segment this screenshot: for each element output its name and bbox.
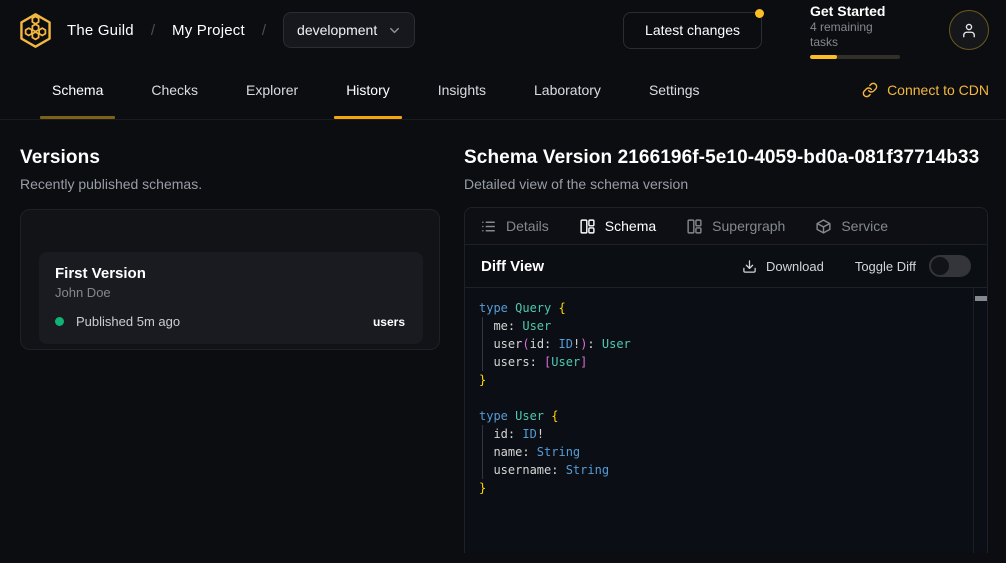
- get-started-widget[interactable]: Get Started 4 remaining tasks: [810, 2, 900, 59]
- main-content: Versions Recently published schemas. Fir…: [0, 120, 1006, 553]
- diff-view-title: Diff View: [481, 258, 544, 275]
- chevron-down-icon: [387, 23, 402, 38]
- get-started-progressbar: [810, 55, 900, 59]
- code-line: user(id: ID!): User: [479, 335, 967, 353]
- latest-changes-button[interactable]: Latest changes: [623, 12, 762, 49]
- switch-knob: [931, 257, 949, 275]
- detail-tab-supergraph[interactable]: Supergraph: [686, 218, 785, 235]
- download-button[interactable]: Download: [742, 259, 824, 274]
- download-icon: [742, 259, 757, 274]
- panels-icon: [579, 218, 596, 235]
- panels-icon: [686, 218, 703, 235]
- schema-version-subtitle: Detailed view of the schema version: [464, 176, 988, 192]
- vertical-scrollbar[interactable]: [973, 288, 987, 553]
- code-line: users: [User]: [479, 353, 967, 371]
- version-detail-column: Schema Version 2166196f-5e10-4059-bd0a-0…: [464, 147, 988, 553]
- get-started-progress-fill: [810, 55, 837, 59]
- target-select[interactable]: development: [283, 12, 415, 48]
- nav-tab-label: Laboratory: [534, 82, 601, 98]
- hive-logo-icon[interactable]: [17, 12, 54, 49]
- nav-tab-history[interactable]: History: [338, 60, 398, 119]
- code-line: id: ID!: [479, 425, 967, 443]
- nav-tab-settings[interactable]: Settings: [641, 60, 708, 119]
- code-line: username: String: [479, 461, 967, 479]
- user-avatar-button[interactable]: [949, 10, 989, 50]
- published-status-dot: [55, 317, 64, 326]
- nav-tab-checks[interactable]: Checks: [143, 60, 206, 119]
- versions-subtitle: Recently published schemas.: [20, 176, 440, 192]
- code-line: [479, 389, 967, 407]
- connect-to-cdn-label: Connect to CDN: [887, 82, 989, 98]
- nav-tab-label: Explorer: [246, 82, 298, 98]
- code-line: type Query {: [479, 299, 967, 317]
- get-started-title: Get Started: [810, 2, 900, 20]
- detail-tabs: Details Schema Sup: [465, 208, 987, 245]
- nav-tab-explorer[interactable]: Explorer: [238, 60, 306, 119]
- detail-tab-label: Details: [506, 218, 549, 234]
- breadcrumb-org[interactable]: The Guild: [67, 22, 134, 39]
- top-header: The Guild / My Project / development Lat…: [0, 0, 1006, 60]
- breadcrumb-separator: /: [262, 22, 266, 39]
- nav-tab-insights[interactable]: Insights: [430, 60, 494, 119]
- nav-tab-label: Insights: [438, 82, 486, 98]
- nav-tab-schema[interactable]: Schema: [44, 60, 111, 119]
- download-label: Download: [766, 259, 824, 274]
- latest-changes-label: Latest changes: [645, 22, 740, 38]
- code-line: name: String: [479, 443, 967, 461]
- list-icon: [480, 218, 497, 235]
- schema-version-title: Schema Version 2166196f-5e10-4059-bd0a-0…: [464, 147, 988, 169]
- code-line: type User {: [479, 407, 967, 425]
- versions-title: Versions: [20, 147, 440, 169]
- detail-tab-details[interactable]: Details: [480, 218, 549, 235]
- code-line: }: [479, 479, 967, 497]
- nav-tab-label: Settings: [649, 82, 700, 98]
- detail-tab-schema[interactable]: Schema: [579, 218, 656, 235]
- nav-tab-label: Checks: [151, 82, 198, 98]
- nav-tab-label: History: [346, 82, 390, 98]
- versions-list-card: First Version John Doe Published 5m ago …: [20, 209, 440, 350]
- cube-icon: [815, 218, 832, 235]
- code-line: me: User: [479, 317, 967, 335]
- version-status: Published 5m ago: [76, 314, 180, 329]
- code-content: type Query { me: User user(id: ID!): Use…: [479, 299, 967, 497]
- nav-tab-label: Schema: [52, 82, 103, 98]
- nav-tab-laboratory[interactable]: Laboratory: [526, 60, 609, 119]
- notification-dot: [755, 9, 764, 18]
- version-detail-panel: Details Schema Sup: [464, 207, 988, 553]
- breadcrumb-project[interactable]: My Project: [172, 22, 245, 39]
- diff-toolbar: Diff View Download Toggle Diff: [465, 245, 987, 288]
- version-list-item[interactable]: First Version John Doe Published 5m ago …: [39, 252, 423, 344]
- get-started-subtitle: 4 remaining tasks: [810, 20, 900, 50]
- tab-underline: [40, 116, 115, 119]
- scrollbar-thumb[interactable]: [975, 296, 987, 301]
- connect-to-cdn-link[interactable]: Connect to CDN: [862, 60, 989, 119]
- detail-tab-label: Service: [841, 218, 888, 234]
- detail-tab-label: Schema: [605, 218, 656, 234]
- toggle-diff-label: Toggle Diff: [855, 259, 916, 274]
- tab-underline-active: [334, 116, 402, 119]
- code-line: }: [479, 371, 967, 389]
- target-select-value: development: [297, 22, 377, 38]
- version-author: John Doe: [55, 285, 405, 300]
- breadcrumb-separator: /: [151, 22, 155, 39]
- detail-tab-label: Supergraph: [712, 218, 785, 234]
- link-icon: [862, 82, 878, 98]
- nav-tabs: Schema Checks Explorer History Insights …: [28, 60, 724, 119]
- toggle-diff-switch[interactable]: [929, 255, 971, 277]
- detail-tab-service[interactable]: Service: [815, 218, 888, 235]
- user-icon: [960, 21, 978, 39]
- breadcrumb: The Guild / My Project / development: [67, 12, 415, 48]
- schema-code-editor[interactable]: type Query { me: User user(id: ID!): Use…: [465, 288, 987, 553]
- main-nav: Schema Checks Explorer History Insights …: [0, 60, 1006, 120]
- version-name: First Version: [55, 265, 405, 282]
- service-badge: users: [373, 315, 405, 329]
- versions-column: Versions Recently published schemas. Fir…: [0, 147, 464, 553]
